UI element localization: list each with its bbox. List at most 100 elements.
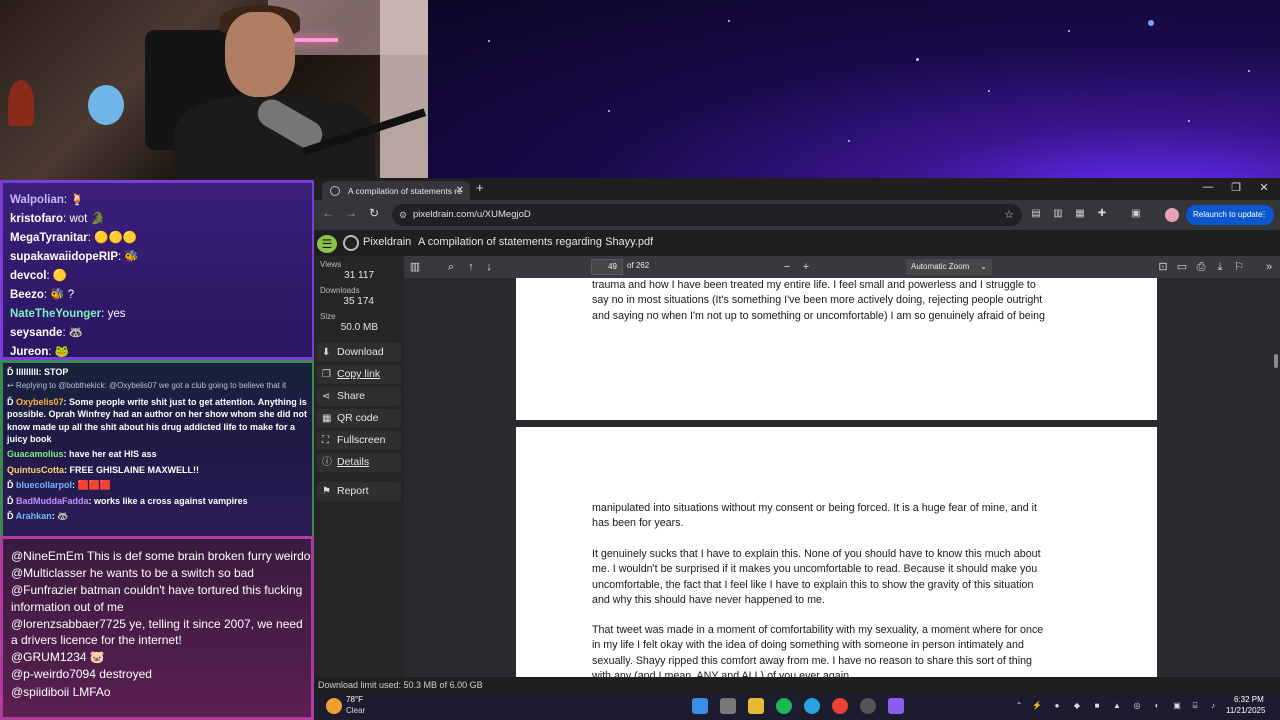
chat-message: Walpolian: 🍹 bbox=[10, 194, 85, 206]
download-button[interactable]: ⬇ Download bbox=[317, 343, 401, 362]
scrollbar-thumb[interactable] bbox=[1274, 354, 1278, 368]
pdf-page: trauma and how I have been treated my en… bbox=[516, 278, 1157, 420]
back-icon[interactable]: ← bbox=[319, 206, 337, 220]
tray-app-icon[interactable]: ◆ bbox=[1072, 701, 1082, 711]
pdf-scrollbar[interactable] bbox=[1272, 278, 1280, 677]
reload-icon[interactable]: ↻ bbox=[365, 206, 383, 220]
pdf-paragraph: It genuinely sucks that I have to explai… bbox=[592, 547, 1088, 608]
star bbox=[916, 58, 919, 61]
app-icon[interactable] bbox=[888, 698, 904, 714]
chat-message: Ď Arahkan: 🦝 bbox=[7, 511, 69, 522]
pdf-page: manipulated into situations without my c… bbox=[516, 427, 1157, 677]
file-explorer-icon[interactable] bbox=[748, 698, 764, 714]
pdf-toolbar: ▥ ⌕ ↑ ↓ 49 of 262 − + Automatic Zoom ⌄ ⊡ … bbox=[404, 256, 1280, 278]
chat-message: Ď lllllllll: STOP bbox=[7, 367, 69, 377]
tray-app-icon[interactable]: ▲ bbox=[1112, 701, 1122, 711]
brand-name[interactable]: Pixeldrain bbox=[363, 236, 411, 248]
edge-icon[interactable] bbox=[804, 698, 820, 714]
windows-taskbar: 78°F Clear ⌃ ⚡ ● ◆ ■ ▲ ◎ ◐ ▣ ⌸ ♪ 6:32 PM… bbox=[314, 693, 1280, 720]
fullscreen-button[interactable]: ⛶ Fullscreen bbox=[317, 431, 401, 450]
star bbox=[728, 20, 730, 22]
qr-code-button[interactable]: ▦ QR code bbox=[317, 409, 401, 428]
side-panel-icon[interactable]: ▣ bbox=[1130, 208, 1142, 220]
downloads-label: Downloads bbox=[320, 286, 360, 295]
network-icon[interactable]: ⌸ bbox=[1190, 701, 1200, 711]
previous-page-icon[interactable]: ↑ bbox=[464, 260, 478, 274]
zoom-select[interactable]: Automatic Zoom ⌄ bbox=[906, 259, 992, 275]
tools-icon[interactable]: » bbox=[1262, 260, 1276, 274]
profile-avatar[interactable] bbox=[1165, 208, 1179, 222]
weather-icon[interactable] bbox=[326, 698, 342, 714]
page-number-input[interactable]: 49 bbox=[591, 259, 623, 275]
presentation-icon[interactable]: ⊡ bbox=[1156, 260, 1170, 274]
tab-favicon-icon bbox=[330, 186, 340, 196]
pdf-line: It genuinely sucks that I have to explai… bbox=[592, 548, 1041, 560]
tab-strip: A compilation of statements re ✕ + — ❐ ✕ bbox=[314, 178, 1280, 201]
minimize-icon[interactable]: — bbox=[1194, 181, 1222, 193]
start-icon[interactable] bbox=[692, 698, 708, 714]
clock-date[interactable]: 11/21/2025 bbox=[1226, 706, 1265, 715]
spotify-icon[interactable] bbox=[776, 698, 792, 714]
pdf-line: manipulated into situations without my c… bbox=[592, 502, 1037, 514]
tray-app-icon[interactable]: ◎ bbox=[1132, 701, 1142, 711]
pdf-viewer[interactable]: trauma and how I have been treated my en… bbox=[404, 278, 1280, 677]
print-icon[interactable]: ⎙ bbox=[1194, 260, 1208, 274]
zoom-out-icon[interactable]: − bbox=[780, 260, 794, 274]
sidebar-toggle-icon[interactable]: ▥ bbox=[408, 260, 422, 274]
chat-message: Guacamolius: have her eat HIS ass bbox=[7, 449, 157, 460]
pdf-line: That tweet was made in a moment of comfo… bbox=[592, 624, 1044, 636]
url-text: pixeldrain.com/u/XUMegjoD bbox=[413, 209, 531, 220]
bookmark-star-icon[interactable]: ☆ bbox=[1004, 204, 1014, 226]
copy-link-button[interactable]: ❐ Copy link bbox=[317, 365, 401, 384]
tray-app-icon[interactable]: ■ bbox=[1092, 701, 1102, 711]
relaunch-button[interactable]: Relaunch to update ⋮ bbox=[1186, 205, 1274, 225]
tray-app-icon[interactable]: ⚡ bbox=[1032, 701, 1042, 711]
maximize-icon[interactable]: ❐ bbox=[1222, 181, 1250, 194]
size-value: 50.0 MB bbox=[340, 322, 378, 333]
extension-icon[interactable]: ▤ bbox=[1030, 208, 1042, 220]
chat-panel-top: Walpolian: 🍹 kristofaro: wot 🐊 MegaTyran… bbox=[0, 180, 314, 360]
extension-icon[interactable]: ▦ bbox=[1074, 208, 1086, 220]
fullscreen-icon: ⛶ bbox=[322, 435, 329, 446]
pdf-line: me. I wouldn't be surprised if it makes … bbox=[592, 563, 1038, 576]
tray-app-icon[interactable]: ▣ bbox=[1172, 701, 1182, 711]
chat-message: Ď bluecollarpol: 🟥🟥🟥 bbox=[7, 480, 112, 491]
tray-overflow-icon[interactable]: ⌃ bbox=[1014, 701, 1024, 711]
open-file-icon[interactable]: ▭ bbox=[1175, 260, 1189, 274]
menu-icon[interactable]: ☰ bbox=[317, 235, 337, 253]
search-icon[interactable]: ⌕ bbox=[444, 260, 458, 274]
report-button[interactable]: ⚑ Report bbox=[317, 482, 401, 501]
bookmark-icon[interactable]: ⚐ bbox=[1232, 260, 1246, 274]
extensions-puzzle-icon[interactable]: ✚ bbox=[1096, 208, 1108, 220]
chat-message: Ď Oxybelis07: Some people write shit jus… bbox=[7, 396, 307, 445]
forward-icon[interactable]: → bbox=[342, 206, 360, 220]
pdf-paragraph: manipulated into situations without my c… bbox=[592, 501, 1088, 532]
pixeldrain-logo-icon bbox=[343, 235, 359, 251]
star bbox=[1248, 70, 1250, 72]
save-icon[interactable]: ⤓ bbox=[1213, 260, 1227, 274]
next-page-icon[interactable]: ↓ bbox=[482, 260, 496, 274]
star bbox=[488, 40, 490, 42]
zoom-in-icon[interactable]: + bbox=[799, 260, 813, 274]
extension-icon[interactable]: ▥ bbox=[1052, 208, 1064, 220]
star bbox=[848, 140, 850, 142]
share-button[interactable]: ⋖ Share bbox=[317, 387, 401, 406]
obs-icon[interactable] bbox=[860, 698, 876, 714]
chat-message: @p-weirdo7094 destroyed bbox=[11, 667, 152, 682]
new-tab-button[interactable]: + bbox=[476, 180, 484, 195]
url-bar[interactable]: ⚙ pixeldrain.com/u/XUMegjoD ☆ bbox=[392, 204, 1022, 226]
volume-icon[interactable]: ♪ bbox=[1208, 701, 1218, 711]
chrome-icon[interactable] bbox=[832, 698, 848, 714]
close-window-icon[interactable]: ✕ bbox=[1250, 181, 1278, 194]
space-background bbox=[428, 0, 1280, 180]
close-tab-icon[interactable]: ✕ bbox=[456, 181, 464, 201]
task-view-icon[interactable] bbox=[720, 698, 736, 714]
tray-app-icon[interactable]: ● bbox=[1052, 701, 1062, 711]
details-button[interactable]: ⓘ Details bbox=[317, 453, 401, 472]
tray-app-icon[interactable]: ◐ bbox=[1152, 701, 1162, 711]
webcam-figure bbox=[88, 85, 124, 125]
webcam-person-head bbox=[225, 12, 295, 97]
browser-tab[interactable]: A compilation of statements re ✕ bbox=[322, 181, 470, 201]
clock-time[interactable]: 6:32 PM bbox=[1234, 695, 1264, 704]
site-info-icon[interactable]: ⚙ bbox=[399, 204, 407, 226]
